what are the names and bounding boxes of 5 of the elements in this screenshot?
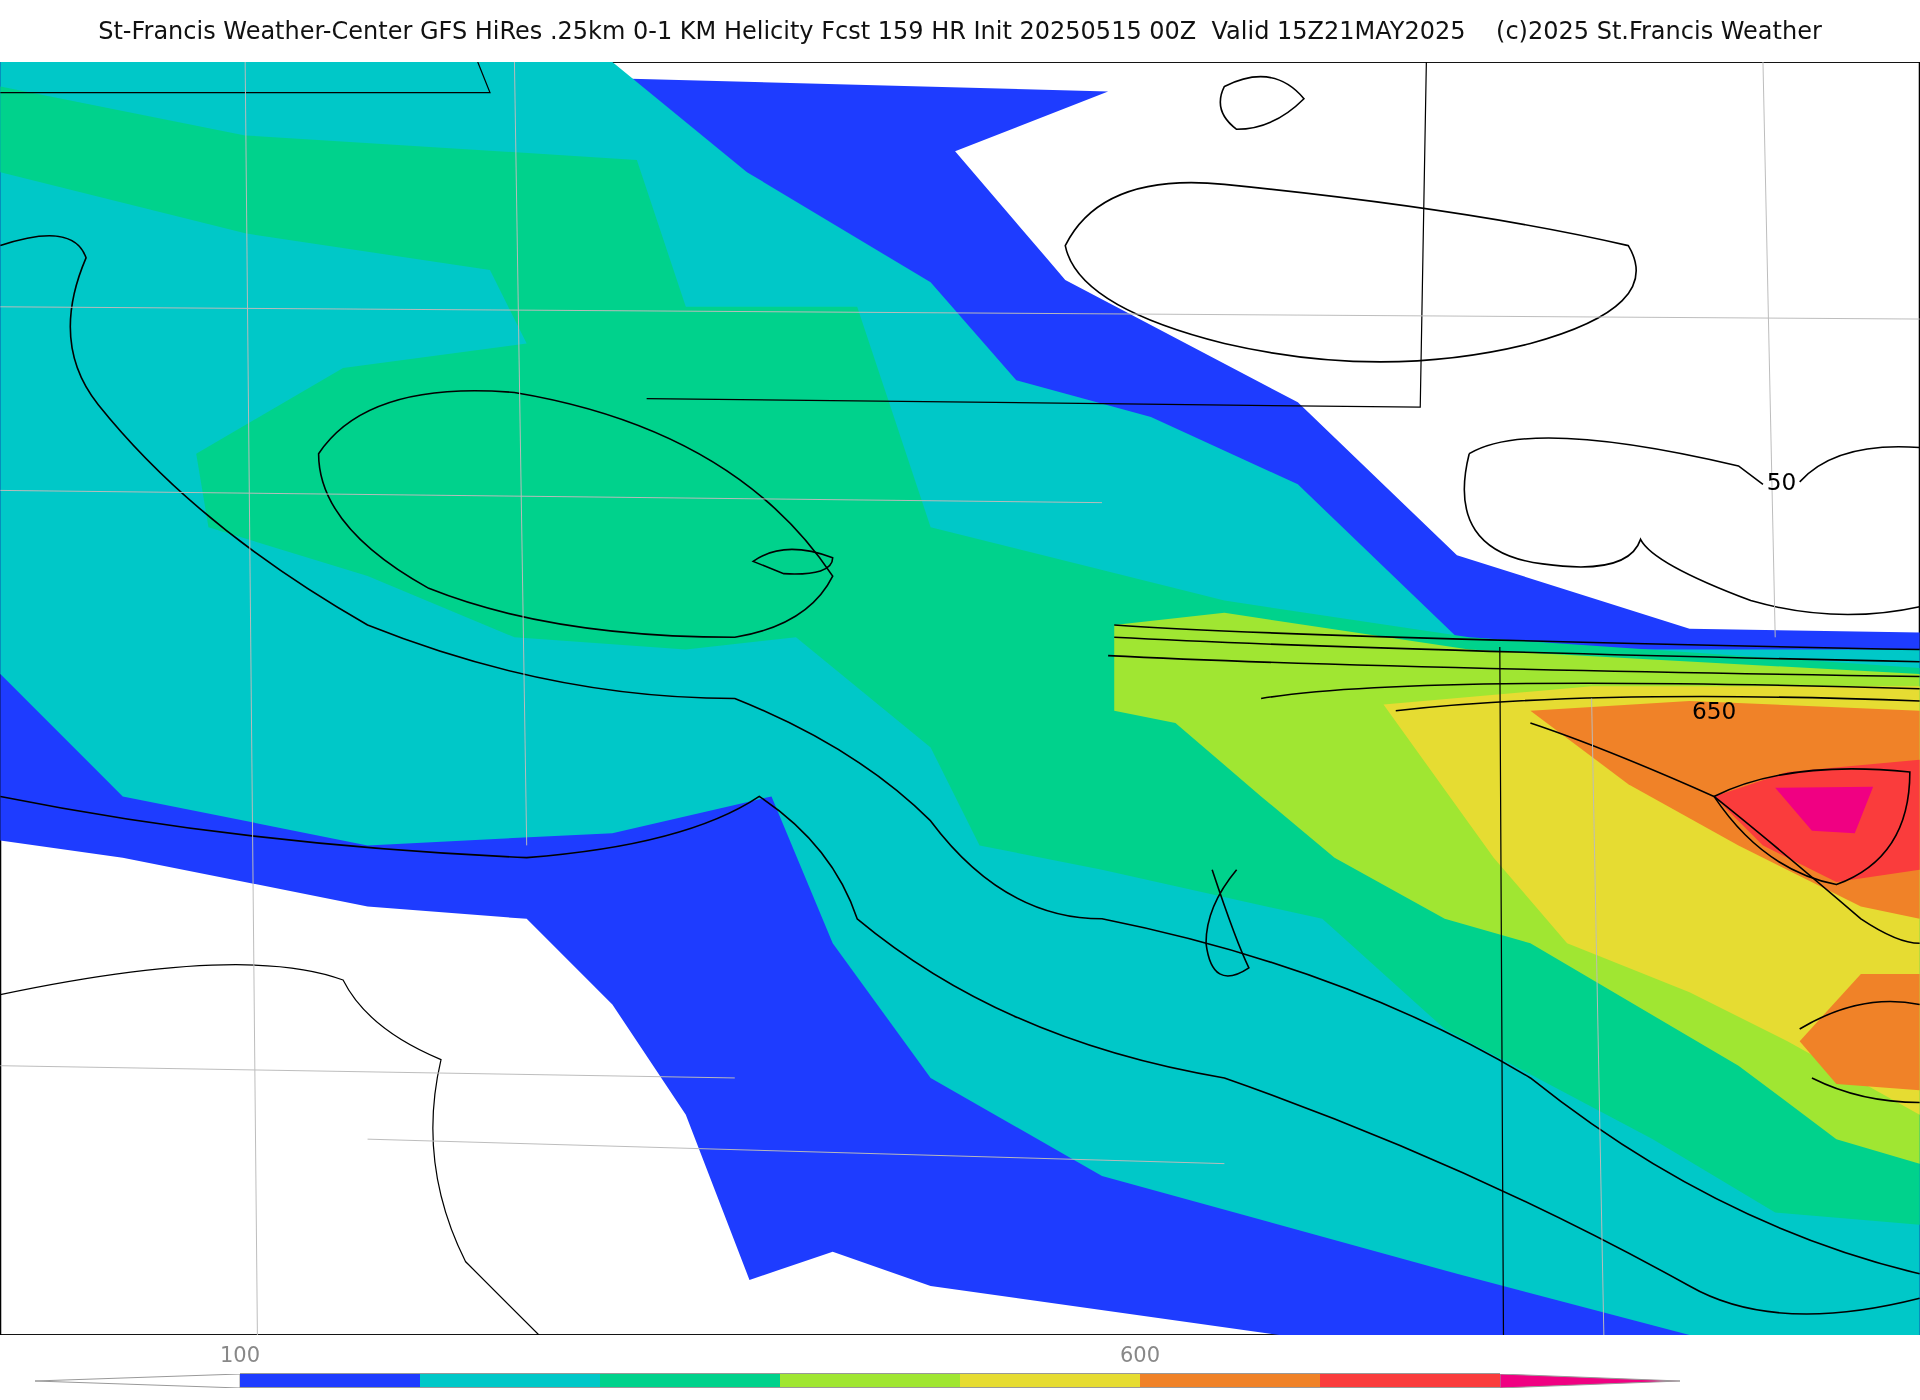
- colorbar-label: 100: [219, 1343, 261, 1367]
- contour-label: 650: [1691, 697, 1737, 725]
- chart-title: St-Francis Weather-Center GFS HiRes .25km 0-1 KM Helicity Fcst 159 HR Init 20250515 00Z Valid 15Z21MAY2025 (c)2025 St.Francis Weather: [97, 16, 1823, 47]
- contour-label: 50: [1766, 468, 1797, 496]
- colorbar-label: 600: [1119, 1343, 1161, 1367]
